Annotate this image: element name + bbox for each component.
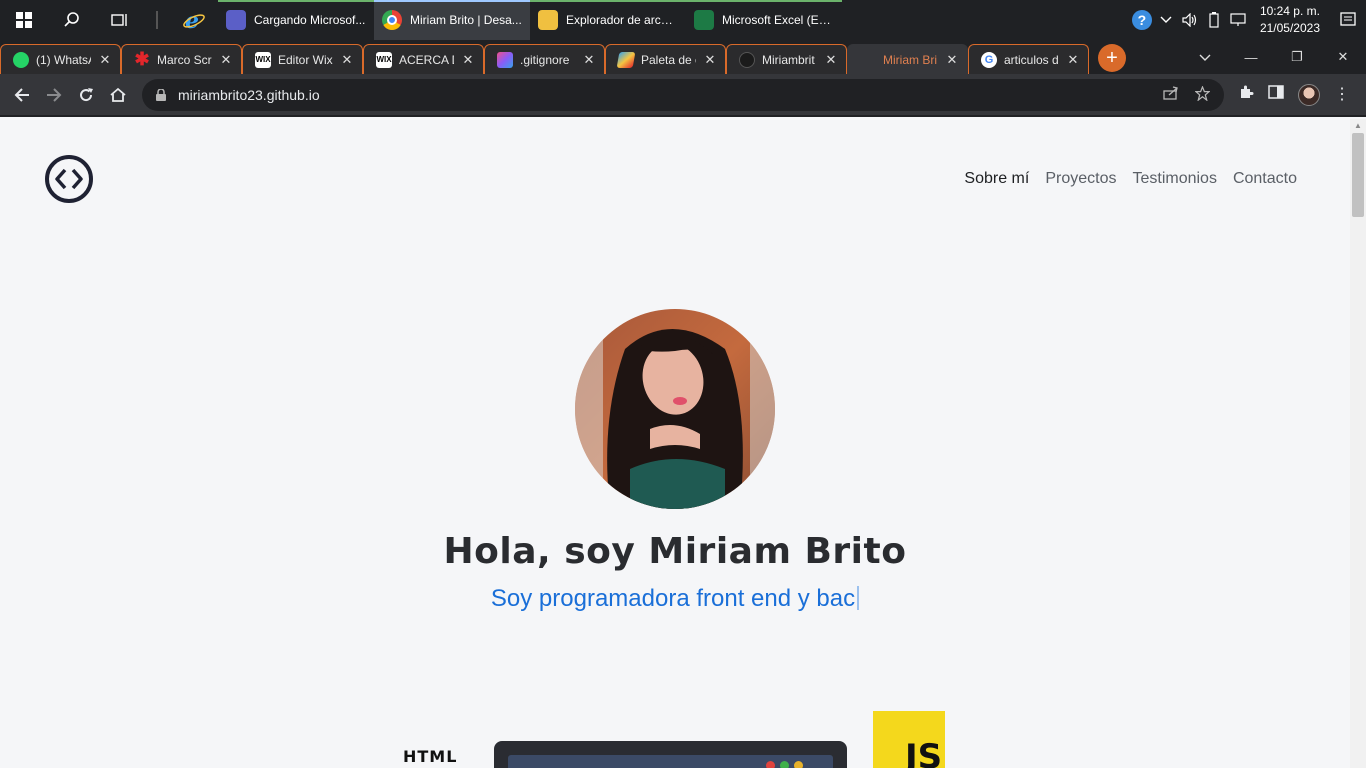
taskbar-app-teams[interactable]: Cargando Microsof...: [218, 0, 374, 40]
window-controls: — ❐ ✕: [1182, 40, 1366, 74]
home-icon[interactable]: [102, 79, 134, 111]
notifications-icon[interactable]: [1330, 12, 1366, 28]
tab-search-icon[interactable]: [1182, 50, 1228, 65]
battery-icon[interactable]: [1202, 0, 1226, 40]
hero-subtitle: Soy programadora front end y bac: [0, 585, 1350, 613]
clock[interactable]: 10:24 p. m. 21/05/2023: [1250, 3, 1330, 37]
close-icon[interactable]: ✕: [1066, 52, 1080, 68]
url-text: miriambrito23.github.io: [178, 86, 320, 103]
tab-marco-scrum[interactable]: ✱ Marco Scru ✕: [121, 44, 242, 74]
profile-photo: [575, 309, 775, 509]
search-icon[interactable]: [48, 0, 96, 40]
asterisk-icon: ✱: [134, 49, 150, 69]
tab-acerca-de[interactable]: WIX ACERCA DE ✕: [363, 44, 484, 74]
task-view-icon[interactable]: [96, 0, 144, 40]
volume-icon[interactable]: [1178, 0, 1202, 40]
tab-whatsapp[interactable]: (1) WhatsA ✕: [0, 44, 121, 74]
bookmark-star-icon[interactable]: [1194, 84, 1211, 104]
github-icon: [739, 51, 755, 68]
whatsapp-icon: [13, 51, 29, 68]
close-icon[interactable]: ✕: [98, 52, 112, 68]
taskbar-app-explorer[interactable]: Explorador de archi...: [530, 0, 686, 40]
nav-sobre-mi[interactable]: Sobre mí: [964, 170, 1029, 188]
network-icon[interactable]: [1226, 0, 1250, 40]
window-dot: [794, 761, 803, 768]
scrollbar-thumb[interactable]: [1352, 133, 1364, 217]
windows-start-icon[interactable]: [0, 0, 48, 40]
close-icon[interactable]: ✕: [945, 52, 959, 68]
forward-icon[interactable]: [38, 79, 70, 111]
side-panel-icon[interactable]: [1268, 84, 1284, 105]
code-logo-icon[interactable]: [45, 155, 93, 203]
blank-icon: [860, 52, 876, 68]
back-icon[interactable]: [6, 79, 38, 111]
system-tray: ? 10:24 p. m. 21/05/2023: [1130, 0, 1366, 40]
typing-text: Soy programadora front end y bac: [490, 585, 856, 612]
page-scrollbar[interactable]: ▲: [1350, 119, 1366, 768]
new-tab-button[interactable]: +: [1098, 44, 1126, 72]
wix-icon: WIX: [255, 51, 271, 68]
tab-paleta[interactable]: Paleta de c ✕: [605, 44, 726, 74]
restore-icon[interactable]: ❐: [1274, 49, 1320, 65]
excel-icon: [694, 10, 714, 30]
address-bar[interactable]: miriambrito23.github.io: [142, 78, 1224, 111]
chrome-icon: [382, 10, 402, 30]
close-icon[interactable]: ✕: [219, 52, 233, 68]
hero-title: Hola, soy Miriam Brito: [443, 531, 907, 572]
wix-icon: WIX: [376, 51, 392, 68]
tab-miriam-brito[interactable]: Miriam Bri ✕: [847, 44, 968, 74]
taskbar-separator: [156, 11, 158, 29]
folder-icon: [538, 10, 558, 30]
tab-gitignore[interactable]: .gitignore ✕: [484, 44, 605, 74]
tab-articulos[interactable]: G articulos d ✕: [968, 44, 1089, 74]
toolbar-right: ⋮: [1238, 83, 1350, 106]
window-dot: [766, 761, 775, 768]
typing-caret: [857, 586, 860, 610]
share-icon[interactable]: [1163, 85, 1179, 104]
taskbar-app-chrome[interactable]: Miriam Brito | Desa...: [374, 0, 530, 40]
nav-proyectos[interactable]: Proyectos: [1045, 170, 1116, 188]
close-icon[interactable]: ✕: [824, 52, 838, 68]
help-icon[interactable]: ?: [1130, 0, 1154, 40]
main-nav: Sobre mí Proyectos Testimonios Contacto: [964, 170, 1297, 188]
notion-gradient-icon: [497, 51, 513, 68]
google-icon: G: [981, 51, 997, 68]
menu-kebab-icon[interactable]: ⋮: [1334, 86, 1350, 103]
nav-contacto[interactable]: Contacto: [1233, 170, 1297, 188]
close-icon[interactable]: ✕: [582, 52, 596, 68]
minimize-icon[interactable]: —: [1228, 50, 1274, 65]
page-viewport: Sobre mí Proyectos Testimonios Contacto: [0, 119, 1350, 768]
palette-icon: [616, 51, 636, 68]
tab-editor-wix[interactable]: WIX Editor Wix ✕: [242, 44, 363, 74]
browser-tab-strip: (1) WhatsA ✕ ✱ Marco Scru ✕ WIX Editor W…: [0, 40, 1366, 74]
javascript-logo: JS: [873, 711, 945, 768]
close-icon[interactable]: ✕: [461, 52, 475, 68]
windows-taskbar: e Cargando Microsof... Miriam Brito | De…: [0, 0, 1366, 40]
browser-toolbar: miriambrito23.github.io ⋮: [0, 74, 1366, 117]
extensions-icon[interactable]: [1238, 84, 1254, 105]
reload-icon[interactable]: [70, 79, 102, 111]
teams-icon: [226, 10, 246, 30]
scroll-up-icon[interactable]: ▲: [1354, 121, 1362, 130]
internet-explorer-icon[interactable]: e: [170, 0, 218, 40]
taskbar-app-excel[interactable]: Microsoft Excel (Err...: [686, 0, 842, 40]
nav-testimonios[interactable]: Testimonios: [1132, 170, 1216, 188]
window-dot: [780, 761, 789, 768]
close-icon[interactable]: ✕: [703, 52, 717, 68]
chevron-up-icon[interactable]: [1154, 0, 1178, 40]
tab-github[interactable]: Miriambrit ✕: [726, 44, 847, 74]
lock-icon[interactable]: [156, 88, 166, 101]
profile-avatar[interactable]: [1298, 83, 1320, 106]
skill-html-label: HTML: [403, 747, 458, 766]
laptop-illustration: [494, 741, 847, 768]
close-window-icon[interactable]: ✕: [1320, 49, 1366, 65]
close-icon[interactable]: ✕: [340, 52, 354, 68]
